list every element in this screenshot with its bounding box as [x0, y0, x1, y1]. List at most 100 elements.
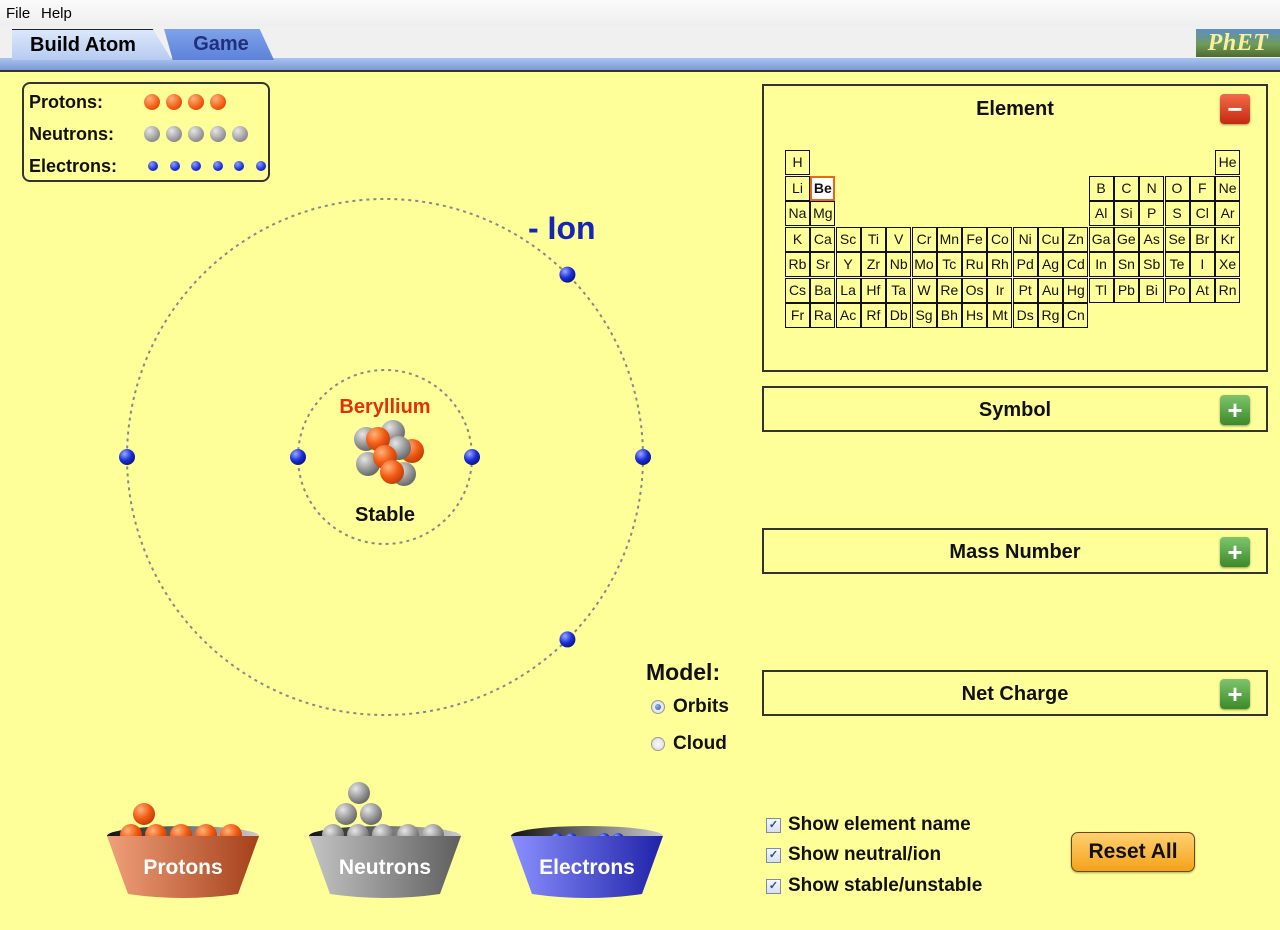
element-cell-as[interactable]: As: [1139, 226, 1165, 252]
element-cell-nb[interactable]: Nb: [886, 252, 912, 277]
element-cell-ra[interactable]: Ra: [810, 303, 836, 328]
element-cell-ag[interactable]: Ag: [1038, 252, 1063, 277]
element-cell-kr[interactable]: Kr: [1215, 226, 1241, 252]
element-cell-sn[interactable]: Sn: [1113, 252, 1139, 277]
show-element-name-option[interactable]: ✓ Show element name: [766, 814, 971, 836]
element-cell-n[interactable]: N: [1139, 175, 1165, 201]
element-cell-ir[interactable]: Ir: [987, 277, 1013, 303]
element-cell-c[interactable]: C: [1113, 175, 1139, 201]
element-cell-ga[interactable]: Ga: [1088, 226, 1114, 252]
element-cell-sr[interactable]: Sr: [810, 252, 836, 277]
element-cell-hf[interactable]: Hf: [860, 277, 886, 303]
element-cell-cs[interactable]: Cs: [785, 277, 810, 303]
element-cell-sb[interactable]: Sb: [1139, 252, 1165, 277]
model-option-orbits[interactable]: Orbits: [651, 696, 729, 718]
element-cell-ti[interactable]: Ti: [860, 226, 886, 252]
element-cell-ni[interactable]: Ni: [1012, 226, 1038, 252]
proton[interactable]: [133, 803, 155, 825]
element-cell-zn[interactable]: Zn: [1063, 226, 1089, 252]
element-cell-pt[interactable]: Pt: [1012, 277, 1038, 303]
element-cell-cl[interactable]: Cl: [1189, 201, 1215, 226]
element-cell-rn[interactable]: Rn: [1215, 277, 1241, 303]
element-cell-b[interactable]: B: [1088, 175, 1114, 201]
expand-mass-number-button[interactable]: +: [1220, 537, 1250, 567]
tab-build-atom[interactable]: Build Atom: [12, 29, 172, 60]
expand-net-charge-button[interactable]: +: [1220, 679, 1250, 709]
element-cell-mg[interactable]: Mg: [810, 201, 836, 226]
element-cell-pd[interactable]: Pd: [1012, 252, 1038, 277]
collapse-element-button[interactable]: −: [1220, 94, 1250, 124]
element-cell-au[interactable]: Au: [1038, 277, 1063, 303]
element-cell-o[interactable]: O: [1164, 175, 1190, 201]
element-cell-re[interactable]: Re: [936, 277, 962, 303]
element-cell-ba[interactable]: Ba: [810, 277, 836, 303]
element-cell-ta[interactable]: Ta: [886, 277, 912, 303]
element-cell-bi[interactable]: Bi: [1139, 277, 1165, 303]
element-cell-bh[interactable]: Bh: [936, 303, 962, 328]
element-cell-he[interactable]: He: [1215, 150, 1241, 175]
element-cell-la[interactable]: La: [835, 277, 861, 303]
element-cell-be[interactable]: Be: [810, 175, 836, 201]
element-cell-ne[interactable]: Ne: [1215, 175, 1241, 201]
neutron[interactable]: [335, 803, 357, 825]
element-cell-na[interactable]: Na: [785, 201, 810, 226]
element-cell-w[interactable]: W: [911, 277, 937, 303]
element-cell-fe[interactable]: Fe: [962, 226, 988, 252]
element-cell-li[interactable]: Li: [785, 175, 810, 201]
element-cell-po[interactable]: Po: [1164, 277, 1190, 303]
element-cell-p[interactable]: P: [1139, 201, 1165, 226]
element-cell-rf[interactable]: Rf: [860, 303, 886, 328]
element-cell-ds[interactable]: Ds: [1012, 303, 1038, 328]
element-cell-al[interactable]: Al: [1088, 201, 1114, 226]
element-cell-se[interactable]: Se: [1164, 226, 1190, 252]
element-cell-zr[interactable]: Zr: [860, 252, 886, 277]
element-cell-fr[interactable]: Fr: [785, 303, 810, 328]
element-cell-hs[interactable]: Hs: [962, 303, 988, 328]
element-cell-br[interactable]: Br: [1189, 226, 1215, 252]
element-cell-pb[interactable]: Pb: [1113, 277, 1139, 303]
element-cell-rb[interactable]: Rb: [785, 252, 810, 277]
element-cell-mt[interactable]: Mt: [987, 303, 1013, 328]
element-cell-s[interactable]: S: [1164, 201, 1190, 226]
element-cell-ac[interactable]: Ac: [835, 303, 861, 328]
proton[interactable]: [380, 460, 404, 484]
element-cell-xe[interactable]: Xe: [1215, 252, 1241, 277]
element-cell-rg[interactable]: Rg: [1038, 303, 1063, 328]
show-neutral-ion-option[interactable]: ✓ Show neutral/ion: [766, 844, 941, 866]
show-stable-unstable-option[interactable]: ✓ Show stable/unstable: [766, 875, 982, 897]
electron[interactable]: [290, 449, 306, 465]
electron[interactable]: [559, 266, 576, 283]
element-cell-f[interactable]: F: [1189, 175, 1215, 201]
element-cell-si[interactable]: Si: [1113, 201, 1139, 226]
electron[interactable]: [464, 449, 480, 465]
show-neutral-ion-checkbox[interactable]: ✓: [766, 847, 781, 863]
neutron[interactable]: [360, 803, 382, 825]
show-stable-unstable-checkbox[interactable]: ✓: [766, 878, 781, 894]
element-cell-ru[interactable]: Ru: [962, 252, 988, 277]
show-element-name-checkbox[interactable]: ✓: [766, 817, 781, 833]
tab-game[interactable]: Game: [164, 29, 274, 60]
element-cell-cr[interactable]: Cr: [911, 226, 937, 252]
nucleus[interactable]: [354, 420, 424, 486]
element-cell-hg[interactable]: Hg: [1063, 277, 1089, 303]
element-cell-mo[interactable]: Mo: [911, 252, 937, 277]
element-cell-db[interactable]: Db: [886, 303, 912, 328]
radio-orbits[interactable]: [651, 700, 665, 714]
element-cell-in[interactable]: In: [1088, 252, 1114, 277]
radio-cloud[interactable]: [651, 737, 665, 751]
neutron[interactable]: [348, 782, 370, 804]
menu-help[interactable]: Help: [41, 5, 72, 22]
phet-logo[interactable]: PhET: [1196, 29, 1280, 57]
element-cell-ge[interactable]: Ge: [1113, 226, 1139, 252]
element-cell-co[interactable]: Co: [987, 226, 1013, 252]
element-cell-cu[interactable]: Cu: [1038, 226, 1063, 252]
element-cell-cd[interactable]: Cd: [1063, 252, 1089, 277]
element-cell-tc[interactable]: Tc: [936, 252, 962, 277]
reset-all-button[interactable]: Reset All: [1071, 832, 1195, 872]
electron[interactable]: [635, 449, 651, 465]
element-cell-sc[interactable]: Sc: [835, 226, 861, 252]
element-cell-cn[interactable]: Cn: [1063, 303, 1089, 328]
electron[interactable]: [559, 631, 576, 648]
element-cell-at[interactable]: At: [1189, 277, 1215, 303]
element-cell-te[interactable]: Te: [1164, 252, 1190, 277]
